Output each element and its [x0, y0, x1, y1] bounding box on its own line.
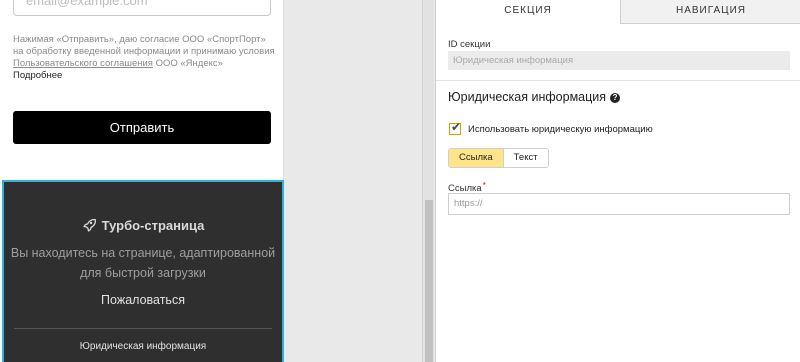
turbo-divider [14, 328, 272, 329]
scrollbar-thumb[interactable] [425, 200, 433, 362]
tab-section[interactable]: СЕКЦИЯ [436, 0, 621, 24]
mobile-preview: email@example.com Нажимая «Отправить», д… [0, 0, 284, 362]
use-legal-info-label[interactable]: Использовать юридическую информацию [468, 124, 653, 135]
editor-canvas [285, 0, 422, 362]
section-id-label: ID секции [448, 39, 491, 50]
preview-scrollbar[interactable] [422, 0, 434, 362]
turbo-desc-line1: Вы находитесь на странице, адаптированно… [10, 246, 276, 260]
submit-button[interactable]: Отправить [13, 111, 271, 144]
turbo-description: Вы находитесь на странице, адаптированно… [4, 243, 282, 283]
email-field[interactable]: email@example.com [13, 0, 271, 16]
user-agreement-link[interactable]: Пользовательского соглашения [13, 58, 153, 69]
required-mark: * [482, 181, 486, 190]
section-title: Юридическая информация? [448, 90, 621, 104]
tab-navigation[interactable]: НАВИГАЦИЯ [621, 0, 800, 24]
use-legal-info-row[interactable]: ✔ Использовать юридическую информацию [449, 120, 653, 135]
section-id-field: Юридическая информация [448, 51, 790, 70]
link-text-switch: Ссылка Текст [448, 148, 549, 168]
panel-tabs: СЕКЦИЯ НАВИГАЦИЯ [436, 0, 800, 24]
turbo-desc-line2: для быстрой загрузки [80, 266, 206, 280]
legal-info-link[interactable]: Юридическая информация [4, 341, 282, 352]
section-title-text: Юридическая информация [448, 90, 607, 104]
use-legal-info-checkbox[interactable]: ✔ [449, 120, 462, 135]
checkmark-icon: ✔ [451, 120, 462, 134]
consent-text: Нажимая «Отправить», даю согласие ООО «С… [13, 34, 275, 82]
turbo-title-text: Турбо-страница [101, 218, 205, 233]
rocket-icon [82, 218, 96, 232]
link-url-input[interactable]: https:// [448, 193, 790, 215]
complain-link[interactable]: Пожаловаться [4, 293, 282, 307]
turbo-title: Турбо-страница [4, 218, 282, 233]
turbo-footer[interactable]: Турбо-страница Вы находитесь на странице… [2, 180, 284, 362]
help-icon[interactable]: ? [610, 93, 621, 103]
consent-body: Нажимая «Отправить», даю согласие ООО «С… [13, 34, 275, 57]
consent-tail: ООО «Яндекс» [152, 58, 223, 69]
segment-link[interactable]: Ссылка [449, 149, 503, 167]
divider [436, 80, 800, 81]
settings-panel: СЕКЦИЯ НАВИГАЦИЯ ID секции Юридическая и… [435, 0, 800, 362]
segment-text[interactable]: Текст [502, 149, 548, 167]
more-link[interactable]: Подробнее [13, 70, 275, 82]
